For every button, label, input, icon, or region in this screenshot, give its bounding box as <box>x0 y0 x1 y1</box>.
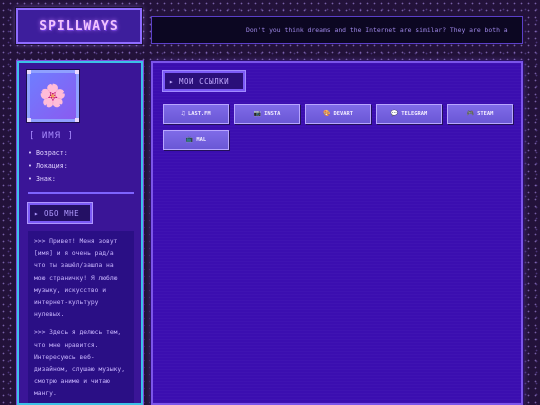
link-button-lastfm[interactable]: ♫ LAST.FM <box>163 104 229 124</box>
profile-sign-label: • Знак: <box>28 174 56 183</box>
site-logo-text: SPILLWAYS <box>39 18 119 34</box>
about-me-text: >>> Привет! Меня зовут [имя] и я очень р… <box>28 231 134 403</box>
profile-location-label: • Локация: <box>28 161 68 170</box>
link-label: DEVART <box>333 111 353 117</box>
site-logo[interactable]: SPILLWAYS <box>16 8 142 44</box>
main-content-panel: ▸ МОИ ССЫЛКИ ♫ LAST.FM 📷 INSTA 🎨 DEVART … <box>151 61 523 405</box>
link-label: LAST.FM <box>187 111 211 117</box>
about-me-button[interactable]: ▸ ОБО МНЕ <box>28 203 92 223</box>
profile-name: [ ИМЯ ] <box>29 131 74 141</box>
tv-icon: 📺 <box>185 136 194 143</box>
camera-icon: 📷 <box>253 110 262 117</box>
link-button-telegram[interactable]: 💬 TELEGRAM <box>376 104 442 124</box>
divider <box>28 192 134 194</box>
link-button-devart[interactable]: 🎨 DEVART <box>305 104 371 124</box>
avatar-corner-decoration <box>75 70 79 74</box>
profile-age-label: • Возраст: <box>28 149 68 157</box>
avatar-corner-decoration <box>27 118 31 122</box>
link-button-steam[interactable]: 🎮 STEAM <box>447 104 513 124</box>
marquee-ticker: Don't you think dreams and the Internet … <box>151 16 523 44</box>
speech-bubble-icon: 💬 <box>390 110 399 117</box>
profile-sidebar: 🌸 [ ИМЯ ] • Возраст: • Локация: • Знак: … <box>17 61 143 405</box>
link-label: STEAM <box>477 111 494 117</box>
link-label: TELEGRAM <box>401 111 428 117</box>
avatar[interactable]: 🌸 <box>26 69 80 123</box>
cherry-blossom-icon: 🌸 <box>39 83 67 109</box>
profile-details: • Возраст: • Локация: • Знак: <box>28 147 68 185</box>
link-button-insta[interactable]: 📷 INSTA <box>234 104 300 124</box>
gamepad-icon: 🎮 <box>466 110 475 117</box>
palette-icon: 🎨 <box>323 110 331 117</box>
link-label: INSTA <box>264 111 281 117</box>
avatar-corner-decoration <box>75 118 79 122</box>
link-label: MAL <box>196 137 207 143</box>
about-paragraph: >>> Здесь я делюсь тем, что мне нравится… <box>34 329 125 398</box>
avatar-corner-decoration <box>27 70 31 74</box>
my-links-heading[interactable]: ▸ МОИ ССЫЛКИ <box>163 71 245 91</box>
music-note-icon: ♫ <box>181 110 185 117</box>
link-button-mal[interactable]: 📺 MAL <box>163 130 229 150</box>
ticker-text: Don't you think dreams and the Internet … <box>246 26 508 34</box>
about-paragraph: >>> Привет! Меня зовут [имя] и я очень р… <box>34 238 118 319</box>
